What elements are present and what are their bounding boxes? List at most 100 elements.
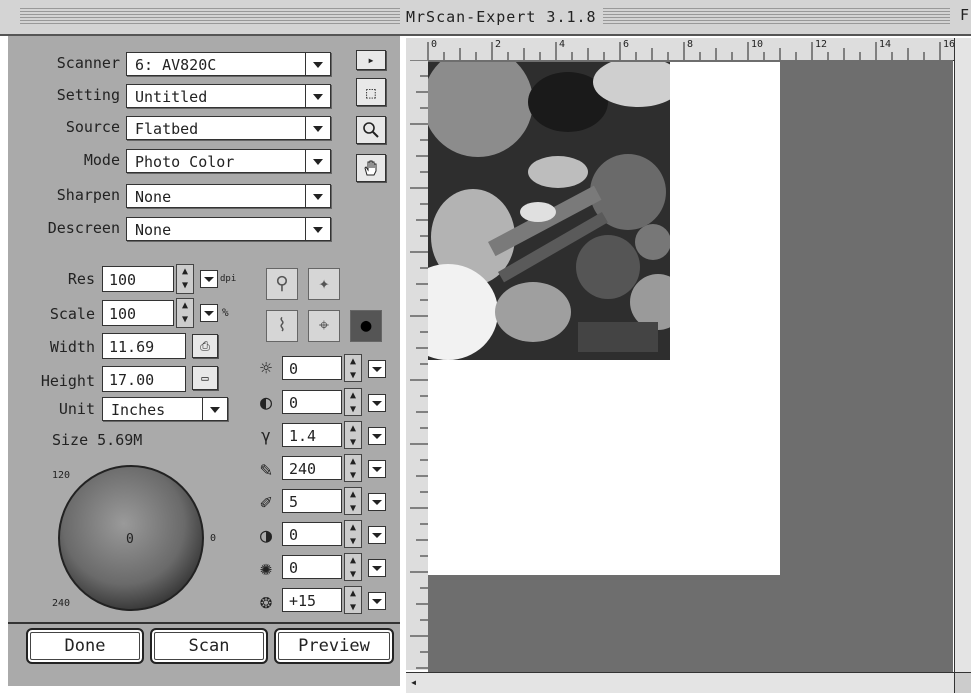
scale-unit: % bbox=[222, 306, 229, 319]
scale-menu[interactable] bbox=[200, 304, 218, 322]
sharpen-dropdown[interactable]: None bbox=[126, 184, 331, 208]
brightness-stepper[interactable]: ▲ ▼ bbox=[344, 354, 362, 382]
lock-width-button[interactable]: ⎙ bbox=[192, 334, 218, 358]
setting-dropdown[interactable]: Untitled bbox=[126, 84, 331, 108]
zoom-tool-button[interactable] bbox=[356, 116, 386, 144]
contrast-input[interactable]: 0 bbox=[282, 390, 342, 414]
hue-input[interactable]: 0 bbox=[282, 555, 342, 579]
mode-dropdown[interactable]: Photo Color bbox=[126, 149, 331, 173]
silhouette-icon: ● bbox=[360, 315, 372, 336]
resize-box[interactable] bbox=[954, 672, 971, 693]
hue-stepper[interactable]: ▲ ▼ bbox=[344, 553, 362, 581]
source-dropdown[interactable]: Flatbed bbox=[126, 116, 331, 140]
ruler-mark: 2 bbox=[495, 39, 502, 50]
chevron-down-icon bbox=[305, 150, 330, 172]
res-menu[interactable] bbox=[200, 270, 218, 288]
gamma-input[interactable]: 1.4 bbox=[282, 423, 342, 447]
dial-label-right: 0 bbox=[210, 533, 217, 544]
horizontal-scrollbar[interactable]: ◂ bbox=[406, 672, 954, 693]
saturation-input[interactable]: +15 bbox=[282, 588, 342, 612]
size-readout: Size 5.69M bbox=[52, 431, 143, 449]
hand-icon bbox=[362, 160, 380, 181]
hue-menu[interactable] bbox=[368, 559, 386, 577]
res-input[interactable]: 100 bbox=[102, 266, 174, 292]
target-tool[interactable]: ⌖ bbox=[308, 310, 340, 342]
brightness-icon: ☼ bbox=[259, 356, 273, 380]
scan-button[interactable]: Scan bbox=[150, 628, 268, 664]
preview-image bbox=[428, 62, 670, 360]
res-unit: dpi bbox=[220, 274, 237, 284]
done-button[interactable]: Done bbox=[26, 628, 144, 664]
scanner-dropdown[interactable]: 6: AV820C bbox=[126, 52, 331, 76]
midtone-input[interactable]: 0 bbox=[282, 522, 342, 546]
highlight-input[interactable]: 240 bbox=[282, 456, 342, 480]
gamma-stepper[interactable]: ▲ ▼ bbox=[344, 421, 362, 449]
printer-icon: ⎙ bbox=[200, 339, 210, 353]
midtone-stepper[interactable]: ▲ ▼ bbox=[344, 520, 362, 548]
saturation-stepper[interactable]: ▲ ▼ bbox=[344, 586, 362, 614]
source-value: Flatbed bbox=[135, 120, 199, 138]
unit-value: Inches bbox=[111, 401, 166, 419]
shadow-menu[interactable] bbox=[368, 493, 386, 511]
title-bar[interactable]: MrScan-Expert 3.1.8 F bbox=[0, 0, 971, 36]
auto-adjust-tool[interactable]: ✦ bbox=[308, 268, 340, 300]
highlight-menu[interactable] bbox=[368, 460, 386, 478]
res-stepper[interactable]: ▲ ▼ bbox=[176, 264, 194, 294]
vertical-scrollbar[interactable] bbox=[954, 38, 971, 672]
highlight-stepper[interactable]: ▲ ▼ bbox=[344, 454, 362, 482]
hand-tool-button[interactable] bbox=[356, 154, 386, 182]
contrast-menu[interactable] bbox=[368, 394, 386, 412]
horizontal-ruler: 0 2 4 6 8 10 12 14 16 bbox=[406, 38, 955, 61]
ruler-mark: 14 bbox=[879, 39, 892, 50]
ruler-mark: 12 bbox=[815, 39, 828, 50]
auto-level-tool[interactable]: ⚲ bbox=[266, 268, 298, 300]
silhouette-tool[interactable]: ● bbox=[350, 310, 382, 342]
chevron-down-icon bbox=[305, 85, 330, 107]
height-label: Height bbox=[40, 372, 95, 390]
mode-value: Photo Color bbox=[135, 153, 235, 171]
preview-canvas[interactable] bbox=[428, 60, 953, 672]
ruler-mark: 10 bbox=[751, 39, 764, 50]
page-icon: ▭ bbox=[201, 371, 209, 385]
shadow-stepper[interactable]: ▲ ▼ bbox=[344, 487, 362, 515]
unit-dropdown[interactable]: Inches bbox=[102, 397, 228, 421]
gamma-menu[interactable] bbox=[368, 427, 386, 445]
marquee-tool-button[interactable]: ⬚ bbox=[356, 78, 386, 106]
ruler-mark: 6 bbox=[623, 39, 630, 50]
saturation-icon: ❂ bbox=[259, 589, 273, 613]
preview-button[interactable]: Preview bbox=[274, 628, 394, 664]
scale-stepper[interactable]: ▲ ▼ bbox=[176, 298, 194, 328]
descreen-label: Descreen bbox=[47, 219, 120, 237]
brightness-input[interactable]: 0 bbox=[282, 356, 342, 380]
triangle-right-icon: ▸ bbox=[367, 53, 375, 67]
shadow-input[interactable]: 5 bbox=[282, 489, 342, 513]
curve-tool[interactable]: ⌇ bbox=[266, 310, 298, 342]
magnifier-icon bbox=[362, 122, 380, 143]
source-label: Source bbox=[65, 118, 120, 136]
funnel-icon: ⚲ bbox=[275, 273, 289, 294]
sharpen-value: None bbox=[135, 188, 172, 206]
scale-input[interactable]: 100 bbox=[102, 300, 174, 326]
res-label: Res bbox=[67, 270, 95, 288]
marquee-select-icon: ⬚ bbox=[366, 83, 376, 102]
midtone-menu[interactable] bbox=[368, 526, 386, 544]
menu-arrow-button[interactable]: ▸ bbox=[356, 50, 386, 70]
shadow-eyedropper-icon: ✐ bbox=[259, 490, 273, 514]
brightness-menu[interactable] bbox=[368, 360, 386, 378]
mode-label: Mode bbox=[83, 151, 120, 169]
lock-height-button[interactable]: ▭ bbox=[192, 366, 218, 390]
height-input[interactable]: 17.00 bbox=[102, 366, 186, 392]
width-input[interactable]: 11.69 bbox=[102, 333, 186, 359]
contrast-stepper[interactable]: ▲ ▼ bbox=[344, 388, 362, 416]
saturation-menu[interactable] bbox=[368, 592, 386, 610]
scale-label: Scale bbox=[49, 305, 95, 323]
setting-value: Untitled bbox=[135, 88, 208, 106]
curve-icon: ⌇ bbox=[277, 315, 287, 336]
chevron-down-icon bbox=[305, 117, 330, 139]
scroll-left-icon[interactable]: ◂ bbox=[410, 675, 417, 689]
descreen-dropdown[interactable]: None bbox=[126, 217, 331, 241]
sharpen-label: Sharpen bbox=[56, 186, 120, 204]
window-title: MrScan-Expert 3.1.8 bbox=[400, 6, 603, 28]
target-icon: ⌖ bbox=[318, 315, 330, 336]
ruler-mark: 4 bbox=[559, 39, 566, 50]
